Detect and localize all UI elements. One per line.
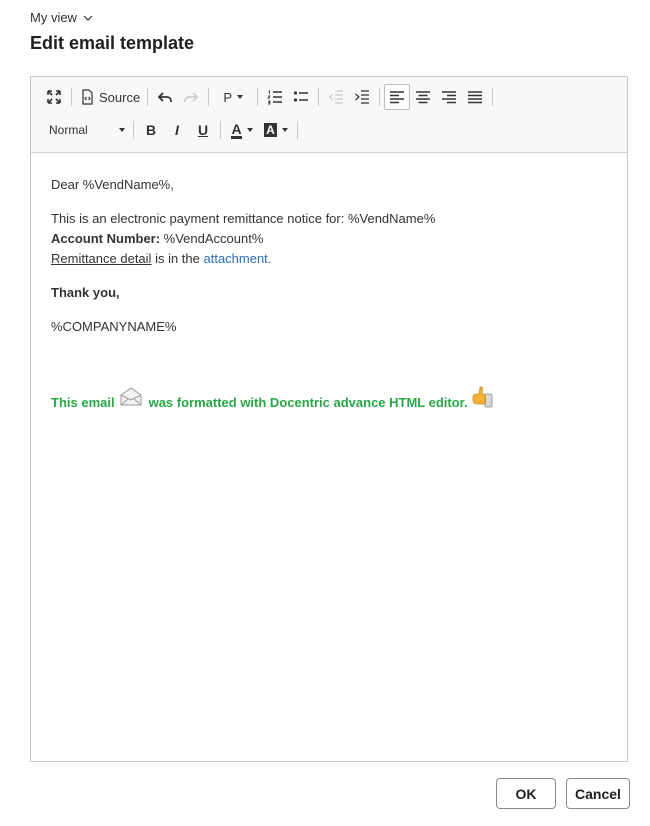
maximize-button[interactable]: [41, 84, 67, 110]
underline-button[interactable]: U: [190, 117, 216, 143]
source-icon: [82, 89, 93, 105]
outdent-icon: [328, 90, 344, 104]
footer-note: This email was formatted with Docentric …: [51, 386, 494, 415]
account-value: %VendAccount%: [160, 231, 264, 246]
toolbar-row-1: Source P: [41, 84, 497, 110]
account-line: Account Number: %VendAccount%: [51, 229, 435, 249]
thumbs-up-icon: [470, 385, 494, 409]
format-dropdown-value: Normal: [49, 123, 88, 137]
account-label: Account Number:: [51, 231, 161, 246]
italic-button[interactable]: I: [164, 117, 190, 143]
underline-icon: U: [197, 122, 209, 138]
remittance-mid-text: is in the: [151, 251, 204, 266]
toolbar-separator: [379, 88, 381, 106]
increase-indent-button[interactable]: [349, 84, 375, 110]
text-color-icon: A: [231, 120, 242, 139]
toolbar-row-2: Normal B I U A A: [41, 117, 302, 143]
bold-icon: B: [145, 122, 157, 138]
caret-down-icon: [281, 128, 288, 132]
redo-icon: [184, 92, 199, 102]
toolbar-separator: [318, 88, 320, 106]
envelope-icon: [119, 387, 143, 407]
numbered-list-icon: [267, 90, 283, 105]
align-right-button[interactable]: [436, 84, 462, 110]
cancel-button[interactable]: Cancel: [566, 778, 630, 809]
indent-icon: [355, 90, 370, 104]
align-right-icon: [442, 91, 457, 104]
source-button-label: Source: [99, 89, 141, 105]
view-selector-label: My view: [30, 10, 77, 25]
notice-text: This is an electronic payment remittance…: [51, 211, 436, 226]
view-selector[interactable]: My view: [30, 10, 94, 25]
company-name-text: %COMPANYNAME%: [51, 319, 177, 334]
footer-text-part1: This email: [51, 395, 115, 410]
format-dropdown[interactable]: Normal: [41, 118, 129, 142]
page-title: Edit email template: [30, 33, 195, 53]
attachment-link[interactable]: attachment.: [203, 251, 271, 266]
maximize-icon: [47, 90, 61, 104]
paragraph-format-label: P: [223, 89, 233, 105]
bulleted-list-icon: [294, 91, 309, 102]
numbered-list-button[interactable]: [262, 84, 288, 110]
paragraph-format-dropdown[interactable]: P: [213, 84, 253, 110]
thanks-text: Thank you,: [51, 285, 120, 300]
toolbar-separator: [220, 121, 221, 139]
undo-icon: [157, 92, 173, 102]
align-center-icon: [416, 91, 431, 104]
caret-down-icon: [237, 95, 244, 99]
justify-button[interactable]: [462, 84, 488, 110]
remittance-detail-text: Remittance detail: [51, 251, 152, 266]
toolbar-separator: [71, 88, 72, 106]
toolbar-separator: [208, 88, 210, 106]
italic-icon: I: [175, 122, 179, 138]
remittance-line: Remittance detail is in the attachment.: [51, 249, 435, 269]
editor-toolbar: Source P Normal B I U A A: [31, 77, 627, 153]
body-paragraph: This is an electronic payment remittance…: [51, 209, 435, 269]
align-left-button[interactable]: [384, 84, 411, 110]
bold-button[interactable]: B: [138, 117, 164, 143]
toolbar-separator: [492, 88, 494, 106]
decrease-indent-button[interactable]: [323, 84, 349, 110]
bulleted-list-button[interactable]: [288, 84, 314, 110]
footer-text-part2: was formatted with Docentric advance HTM…: [148, 395, 468, 410]
caret-down-icon: [246, 128, 253, 132]
toolbar-separator: [147, 88, 149, 106]
text-color-button[interactable]: A: [225, 117, 259, 143]
greeting-text: Dear %VendName%,: [51, 177, 174, 192]
toolbar-separator: [133, 121, 134, 139]
align-left-icon: [390, 91, 405, 104]
html-editor: Source P Normal B I U A A Dear %VendName…: [30, 76, 628, 762]
align-justify-icon: [468, 91, 483, 104]
undo-button[interactable]: [152, 84, 178, 110]
background-color-icon: A: [264, 123, 277, 137]
align-center-button[interactable]: [410, 84, 436, 110]
toolbar-separator: [297, 121, 298, 139]
toolbar-separator: [257, 88, 259, 106]
ok-button[interactable]: OK: [496, 778, 556, 809]
caret-down-icon: [119, 128, 125, 132]
source-button[interactable]: Source: [76, 84, 143, 110]
redo-button[interactable]: [178, 84, 204, 110]
background-color-button[interactable]: A: [259, 117, 293, 143]
chevron-down-icon: [83, 15, 93, 21]
